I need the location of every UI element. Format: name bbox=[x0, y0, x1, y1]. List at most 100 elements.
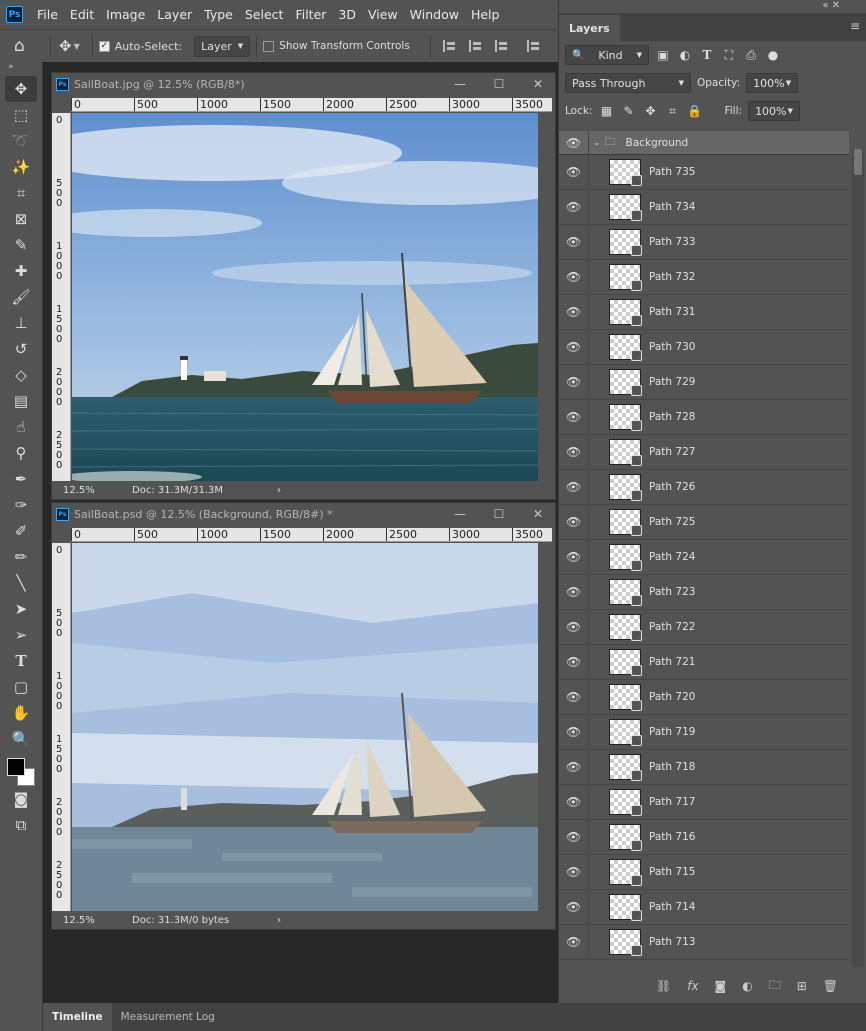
menu-image[interactable]: Image bbox=[100, 7, 151, 22]
dodge-tool-icon[interactable]: ⚲ bbox=[0, 440, 42, 466]
layer-row[interactable]: 👁 Path 720 bbox=[559, 680, 849, 715]
type-tool-icon[interactable]: T bbox=[0, 648, 42, 674]
lock-all-icon[interactable]: 🔒 bbox=[686, 104, 702, 118]
adjustment-layer-icon[interactable]: ◐ bbox=[742, 979, 752, 993]
panel-menu-icon[interactable]: ≡ bbox=[850, 19, 860, 33]
direct-selection-tool-icon[interactable]: ➢ bbox=[0, 622, 42, 648]
menu-file[interactable]: File bbox=[31, 7, 64, 22]
collapse-icon[interactable]: » bbox=[0, 62, 42, 76]
brush-tool-icon[interactable]: 🖌 bbox=[0, 284, 42, 310]
type-filter-icon[interactable]: T bbox=[699, 48, 715, 62]
layer-row[interactable]: 👁 Path 729 bbox=[559, 365, 849, 400]
minimize-button[interactable]: — bbox=[443, 77, 477, 91]
screen-mode-icon[interactable]: ⧉ bbox=[0, 812, 42, 838]
layers-scrollbar[interactable] bbox=[852, 149, 864, 967]
move-tool-icon[interactable]: ✥ bbox=[5, 76, 37, 102]
eraser-tool-icon[interactable]: ◇ bbox=[0, 362, 42, 388]
tab-timeline[interactable]: Timeline bbox=[43, 1003, 112, 1031]
visibility-eye-icon[interactable]: 👁 bbox=[559, 365, 589, 399]
visibility-eye-icon[interactable]: 👁 bbox=[559, 890, 589, 924]
align-center-icon[interactable] bbox=[468, 40, 483, 52]
visibility-eye-icon[interactable]: 👁 bbox=[559, 435, 589, 469]
lock-artboard-icon[interactable]: ⌗ bbox=[664, 104, 680, 119]
layer-row[interactable]: 👁 Path 725 bbox=[559, 505, 849, 540]
align-left-icon[interactable] bbox=[442, 40, 457, 52]
document-canvas[interactable] bbox=[72, 113, 538, 481]
visibility-eye-icon[interactable]: 👁 bbox=[559, 645, 589, 679]
layer-row[interactable]: 👁 Path 715 bbox=[559, 855, 849, 890]
layer-row[interactable]: 👁 Path 717 bbox=[559, 785, 849, 820]
visibility-eye-icon[interactable]: 👁 bbox=[559, 715, 589, 749]
zoom-level[interactable]: 12.5% bbox=[52, 915, 132, 926]
minimize-button[interactable]: — bbox=[443, 507, 477, 521]
home-icon[interactable]: ⌂ bbox=[14, 36, 44, 56]
layer-row[interactable]: 👁 Path 716 bbox=[559, 820, 849, 855]
maximize-button[interactable]: ☐ bbox=[482, 507, 516, 521]
layer-row[interactable]: 👁 Path 723 bbox=[559, 575, 849, 610]
layer-style-icon[interactable]: fx bbox=[687, 979, 698, 993]
layer-row[interactable]: 👁 Path 734 bbox=[559, 190, 849, 225]
menu-help[interactable]: Help bbox=[465, 7, 506, 22]
filter-toggle-icon[interactable]: ● bbox=[765, 48, 781, 62]
menu-select[interactable]: Select bbox=[239, 7, 290, 22]
close-button[interactable]: ✕ bbox=[521, 507, 555, 521]
visibility-eye-icon[interactable]: 👁 bbox=[559, 330, 589, 364]
opacity-field[interactable]: 100% ▼ bbox=[746, 73, 799, 93]
visibility-eye-icon[interactable]: 👁 bbox=[559, 610, 589, 644]
layer-row[interactable]: 👁 Path 713 bbox=[559, 925, 849, 960]
menu-window[interactable]: Window bbox=[404, 7, 465, 22]
frame-tool-icon[interactable]: ⊠ bbox=[0, 206, 42, 232]
visibility-eye-icon[interactable]: 👁 bbox=[559, 190, 589, 224]
stamp-tool-icon[interactable]: ⊥ bbox=[0, 310, 42, 336]
menu-edit[interactable]: Edit bbox=[64, 7, 100, 22]
smudge-tool-icon[interactable]: ☝ bbox=[0, 414, 42, 440]
new-layer-icon[interactable]: ⊞ bbox=[797, 979, 807, 993]
layer-group-background[interactable]: 👁 ⌄ 🗀 Background bbox=[559, 131, 849, 155]
freeform-pen-tool-icon[interactable]: ✑ bbox=[0, 492, 42, 518]
visibility-eye-icon[interactable]: 👁 bbox=[559, 260, 589, 294]
menu-filter[interactable]: Filter bbox=[289, 7, 332, 22]
visibility-eye-icon[interactable]: 👁 bbox=[559, 295, 589, 329]
visibility-eye-icon[interactable]: 👁 bbox=[559, 575, 589, 609]
path-selection-tool-icon[interactable]: ➤ bbox=[0, 596, 42, 622]
eyedropper-tool-icon[interactable]: ✎ bbox=[0, 232, 42, 258]
fill-field[interactable]: 100% ▼ bbox=[748, 101, 801, 121]
pen-tool-icon[interactable]: ✒ bbox=[0, 466, 42, 492]
move-tool-preset-icon[interactable]: ✥ bbox=[59, 37, 72, 55]
tab-measurement-log[interactable]: Measurement Log bbox=[112, 1003, 224, 1031]
lock-position-icon[interactable]: ✥ bbox=[642, 104, 658, 118]
layer-row[interactable]: 👁 Path 728 bbox=[559, 400, 849, 435]
layer-row[interactable]: 👁 Path 727 bbox=[559, 435, 849, 470]
layer-row[interactable]: 👁 Path 724 bbox=[559, 540, 849, 575]
smart-object-filter-icon[interactable]: ⎙ bbox=[743, 48, 759, 63]
menu-type[interactable]: Type bbox=[198, 7, 239, 22]
zoom-tool-icon[interactable]: 🔍 bbox=[0, 726, 42, 752]
maximize-button[interactable]: ☐ bbox=[482, 77, 516, 91]
magic-wand-tool-icon[interactable]: ✨ bbox=[0, 154, 42, 180]
menu-3d[interactable]: 3D bbox=[332, 7, 362, 22]
add-mask-icon[interactable]: ◙ bbox=[715, 979, 727, 993]
align-top-icon[interactable] bbox=[526, 40, 541, 52]
layer-row[interactable]: 👁 Path 722 bbox=[559, 610, 849, 645]
document-window-psd[interactable]: Ps SailBoat.psd @ 12.5% (Background, RGB… bbox=[51, 502, 556, 930]
layer-row[interactable]: 👁 Path 732 bbox=[559, 260, 849, 295]
curvature-pen-tool-icon[interactable]: ✏ bbox=[0, 544, 42, 570]
crop-tool-icon[interactable]: ⌗ bbox=[0, 180, 42, 206]
quick-mask-icon[interactable]: ◙ bbox=[0, 786, 42, 812]
visibility-eye-icon[interactable]: 👁 bbox=[559, 155, 589, 189]
blend-mode-dropdown[interactable]: Pass Through ▼ bbox=[565, 73, 691, 93]
layer-row[interactable]: 👁 Path 719 bbox=[559, 715, 849, 750]
link-layers-icon[interactable]: ⛓ bbox=[656, 979, 671, 993]
visibility-eye-icon[interactable]: 👁 bbox=[559, 225, 589, 259]
close-button[interactable]: ✕ bbox=[521, 77, 555, 91]
chevron-right-icon[interactable]: › bbox=[277, 915, 281, 926]
shape-filter-icon[interactable]: ⛶ bbox=[721, 48, 737, 63]
visibility-eye-icon[interactable]: 👁 bbox=[559, 855, 589, 889]
layer-row[interactable]: 👁 Path 718 bbox=[559, 750, 849, 785]
foreground-color-swatch[interactable] bbox=[7, 758, 25, 776]
document-canvas[interactable] bbox=[72, 543, 538, 911]
chevron-down-icon[interactable]: ▼ bbox=[74, 42, 80, 51]
visibility-eye-icon[interactable]: 👁 bbox=[559, 925, 589, 959]
kind-filter-dropdown[interactable]: 🔍 Kind ▼ bbox=[565, 45, 649, 65]
pixel-filter-icon[interactable]: ▣ bbox=[655, 48, 671, 62]
